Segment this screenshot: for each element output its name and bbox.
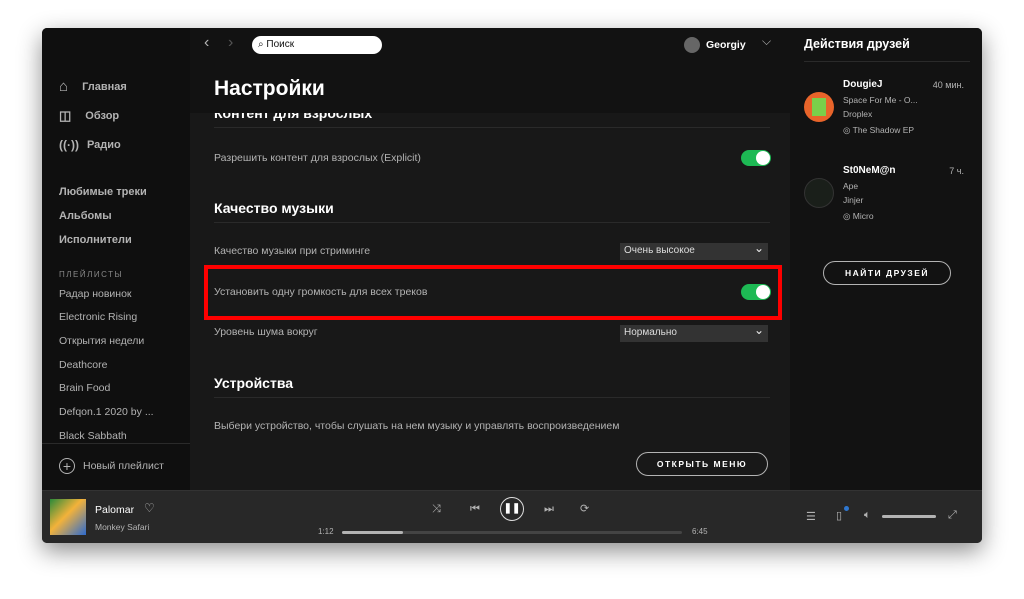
playlist-item[interactable]: Electronic Rising [59,311,137,323]
track-artist[interactable]: Monkey Safari [95,522,149,532]
elapsed-time: 1:12 [318,527,334,536]
playlist-item[interactable]: Black Sabbath [59,430,127,442]
album-name: Micro [852,211,874,221]
friend-artist[interactable]: Jinjer [843,195,863,205]
player-bar: Palomar ♡ Monkey Safari ⤨ ⏮ ❚❚ ⏭ ⟳ 1:12 … [42,490,982,543]
friend-time: 7 ч. [949,166,964,176]
page-title: Настройки [214,77,325,100]
album-icon: ◎ [843,125,853,135]
stream-quality-select[interactable]: Очень высокое [620,241,768,260]
devices-label: Выбери устройство, чтобы слушать на нем … [214,420,620,432]
friend-name[interactable]: St0NeM@n [843,165,896,176]
user-name[interactable]: Georgiy [706,39,746,51]
divider [42,443,190,444]
volume-fill [882,515,936,518]
friend-name[interactable]: DougieJ [843,79,882,90]
radio-icon: ((·)) [59,138,79,152]
total-time: 6:45 [692,527,708,536]
friend-track[interactable]: Space For Me - O... [843,95,918,105]
home-icon: ⌂ [59,78,69,95]
playlist-item[interactable]: Открытия недели [59,335,144,347]
devices-icon[interactable]: ▯ [836,506,849,522]
explicit-label: Разрешить контент для взрослых (Explicit… [214,152,421,164]
sidebar-item-label: Радио [86,139,121,151]
chevron-down-icon[interactable]: ⌵ [762,34,771,49]
track-title[interactable]: Palomar [95,504,134,516]
main-content: ‹ › ⌕ Поиск Georgiy ⌵ Настройки Контент … [190,28,790,490]
forward-button[interactable]: › [228,34,233,52]
sidebar-item-home[interactable]: ⌂ Главная [59,78,127,95]
find-friends-button[interactable]: НАЙТИ ДРУЗЕЙ [823,261,951,285]
sidebar-item-artists[interactable]: Исполнители [59,234,132,246]
heart-icon[interactable]: ♡ [144,501,155,515]
sidebar-item-browse[interactable]: ◫ Обзор [59,108,119,124]
friend-track[interactable]: Ape [843,181,858,191]
friend-avatar[interactable] [804,92,834,122]
plus-circle-icon: + [59,458,75,474]
sidebar-item-radio[interactable]: ((·)) Радио [59,138,121,152]
divider [804,61,970,62]
shuffle-icon[interactable]: ⤨ [432,503,441,516]
repeat-icon[interactable]: ⟳ [580,502,589,515]
explicit-toggle[interactable] [741,150,771,166]
sidebar-item-label: Главная [82,80,127,93]
new-playlist-label: Новый плейлист [83,460,164,472]
next-icon[interactable]: ⏭ [544,503,554,516]
friend-album[interactable]: ◎ Micro [843,211,874,222]
browse-icon: ◫ [59,108,72,123]
highlight-box [204,265,782,320]
back-button[interactable]: ‹ [204,34,209,52]
section-quality: Качество музыки [214,200,770,223]
search-icon: ⌕ [258,39,264,50]
search-placeholder: Поиск [266,39,295,50]
volume-slider[interactable] [882,515,936,518]
sidebar-item-liked[interactable]: Любимые треки [59,186,147,198]
sidebar: ⌂ Главная ◫ Обзор ((·)) Радио Любимые треки… [42,28,190,490]
fullscreen-icon[interactable]: ⤢ [948,509,957,522]
noise-select[interactable]: Нормально [620,323,768,342]
friend-avatar[interactable] [804,178,834,208]
queue-icon[interactable]: ☰ [806,510,816,523]
playlist-item[interactable]: Deathcore [59,359,107,371]
previous-icon[interactable]: ⏮ [470,503,480,516]
section-explicit: Контент для взрослых [214,113,770,128]
friend-album[interactable]: ◎ The Shadow EP [843,125,914,136]
open-menu-button[interactable]: ОТКРЫТЬ МЕНЮ [636,452,768,476]
stream-quality-label: Качество музыки при стриминге [214,245,371,257]
new-playlist-button[interactable]: + Новый плейлист [59,458,164,474]
album-art[interactable] [50,499,86,535]
section-devices: Устройства [214,375,770,398]
avatar[interactable] [684,37,700,53]
playlists-heading: ПЛЕЙЛИСТЫ [59,270,124,279]
noise-label: Уровень шума вокруг [214,326,318,338]
progress-bar[interactable] [342,531,682,534]
album-icon: ◎ [843,211,853,221]
playlist-item[interactable]: Defqon.1 2020 by ... [59,406,154,418]
sidebar-item-albums[interactable]: Альбомы [59,210,112,222]
search-input[interactable]: ⌕ Поиск [252,36,382,54]
playlist-item[interactable]: Радар новинок [59,288,132,300]
spotify-window: ⌂ Главная ◫ Обзор ((·)) Радио Любимые треки… [42,28,982,543]
settings-scroll: Контент для взрослых Разрешить контент д… [190,113,790,490]
progress-fill [342,531,404,534]
album-name: The Shadow EP [852,125,915,135]
friend-artist[interactable]: Droplex [843,109,872,119]
sidebar-item-label: Обзор [85,110,120,122]
friends-title: Действия друзей [804,37,910,51]
friends-panel: Действия друзей DougieJ 40 мин. Space Fo… [790,28,982,490]
volume-icon[interactable]: 🔈︎ [864,509,871,522]
pause-button[interactable]: ❚❚ [500,497,524,521]
playlist-item[interactable]: Brain Food [59,382,110,394]
friend-time: 40 мин. [932,80,964,90]
